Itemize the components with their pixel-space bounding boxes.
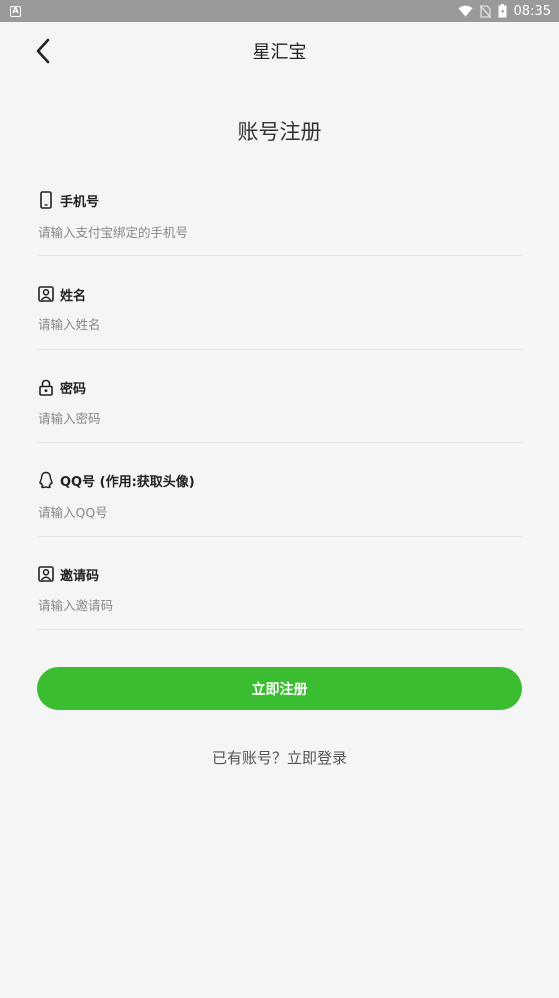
name-field-label: 姓名: [38, 284, 86, 304]
status-time: 08:35: [513, 3, 551, 19]
qq-label-text: QQ号 (作用:获取头像): [60, 474, 195, 490]
status-bar: A 08:35: [0, 0, 559, 22]
phone-label-text: 手机号: [60, 194, 100, 210]
no-sim-icon: [479, 4, 491, 18]
lock-icon: [39, 379, 53, 396]
invite-field-label: 邀请码: [38, 564, 99, 584]
phone-input[interactable]: [38, 220, 522, 244]
phone-icon: [40, 191, 52, 209]
back-button[interactable]: [28, 36, 58, 66]
name-label-text: 姓名: [60, 288, 87, 304]
wifi-icon: [458, 5, 473, 17]
name-field-group: 姓名: [38, 256, 522, 350]
qq-field-label: QQ号 (作用:获取头像): [38, 470, 195, 490]
phone-field-group: 手机号: [38, 162, 522, 256]
password-input[interactable]: [38, 406, 522, 430]
nav-bar: 星汇宝: [0, 22, 559, 80]
battery-icon: [498, 4, 507, 18]
register-button[interactable]: 立即注册: [37, 667, 522, 710]
password-field-group: 密码: [38, 349, 522, 443]
page-title: 账号注册: [237, 120, 322, 144]
invite-label-text: 邀请码: [60, 568, 100, 584]
invite-code-input[interactable]: [38, 593, 522, 617]
invite-field-group: 邀请码: [38, 536, 522, 630]
qq-input[interactable]: [38, 500, 522, 524]
qq-field-group: QQ号 (作用:获取头像): [38, 443, 522, 537]
user-card-icon: [38, 286, 54, 302]
nav-title: 星汇宝: [252, 42, 307, 63]
login-link[interactable]: 已有账号？立即登录: [0, 747, 559, 768]
user-card-icon: [38, 566, 54, 582]
name-input[interactable]: [38, 312, 522, 336]
password-label-text: 密码: [60, 381, 87, 397]
chevron-left-icon: [36, 38, 50, 64]
password-field-label: 密码: [38, 377, 86, 397]
app-notification-icon: A: [10, 5, 21, 17]
phone-field-label: 手机号: [38, 190, 99, 210]
qq-icon: [39, 471, 53, 489]
